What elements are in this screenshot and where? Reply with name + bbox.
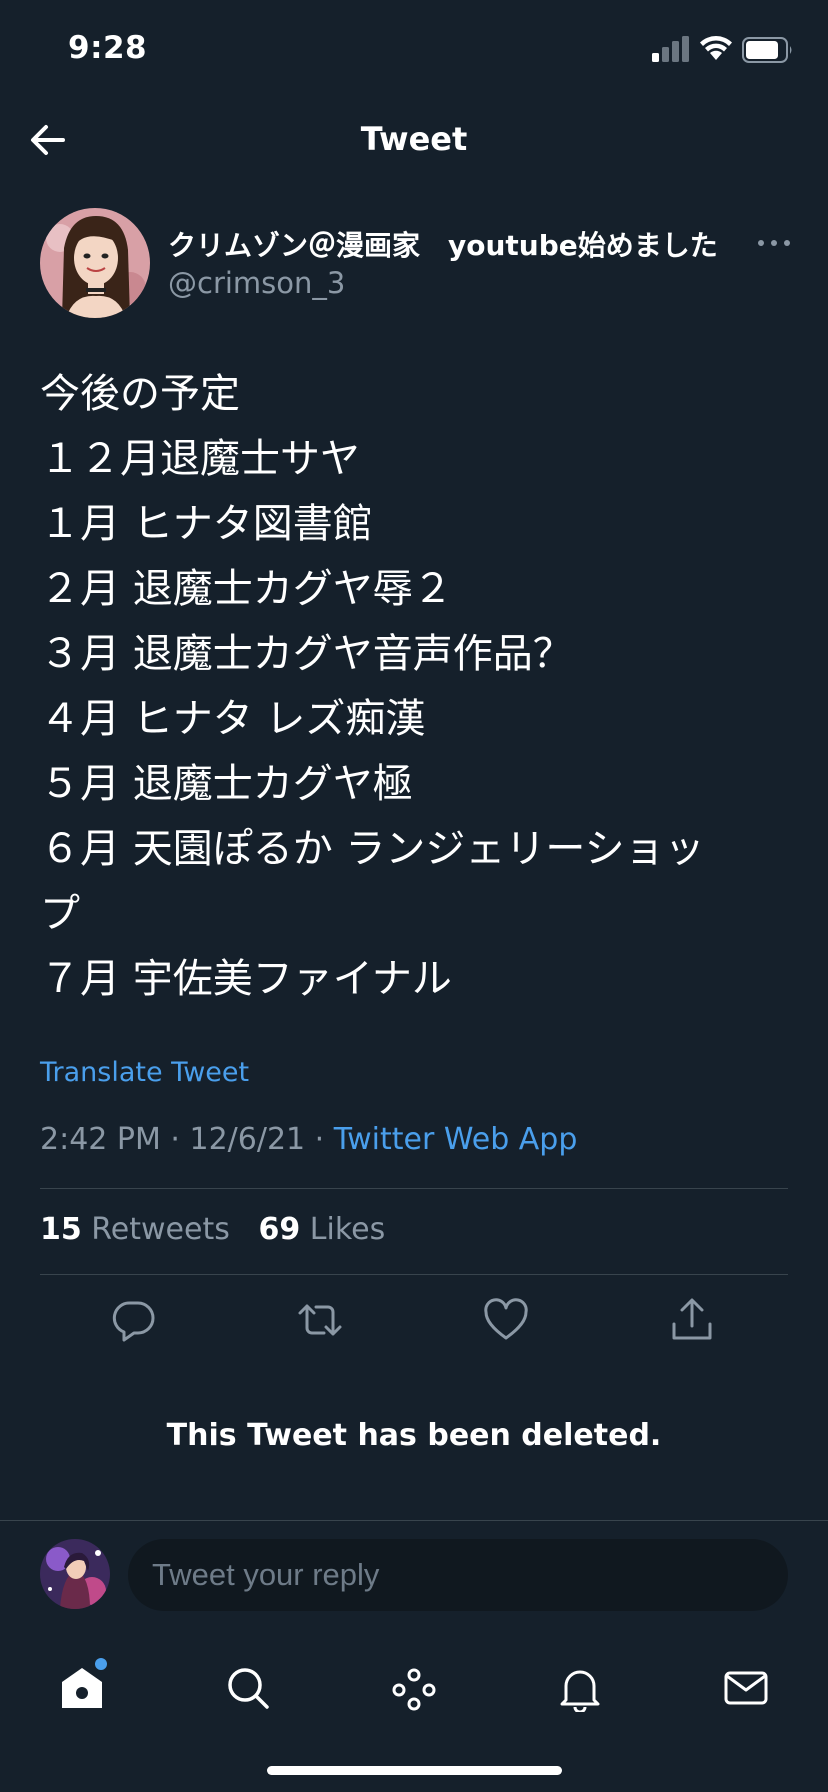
reply-input[interactable] xyxy=(128,1539,788,1611)
heart-icon[interactable] xyxy=(482,1296,530,1344)
author-display-name[interactable]: クリムゾン＠漫画家 youtube始めました xyxy=(168,224,728,264)
tweet-timestamp: 2:42 PM · 12/6/21 · Twitter Web App xyxy=(40,1122,577,1157)
tweet-line: プ xyxy=(40,891,80,937)
tweet-line: ５月 退魔士カグヤ極 xyxy=(40,761,413,807)
like-label: Likes xyxy=(309,1212,386,1247)
retweet-count: 15 xyxy=(40,1212,82,1247)
tweet-line: １２月退魔士サヤ xyxy=(40,436,360,482)
tab-spaces[interactable] xyxy=(374,1648,454,1728)
nav-bar: Tweet xyxy=(0,100,828,180)
home-icon xyxy=(62,1668,102,1708)
deleted-tweet-notice: This Tweet has been deleted. xyxy=(166,1418,662,1453)
page-title: Tweet xyxy=(360,120,468,158)
tweet-line: ４月 ヒナタ レズ痴漢 xyxy=(40,696,426,742)
like-count: 69 xyxy=(258,1212,301,1247)
tweet-line: １月 ヒナタ図書館 xyxy=(40,501,373,547)
author-avatar[interactable] xyxy=(40,208,150,318)
divider xyxy=(40,1188,788,1189)
retweet-icon[interactable] xyxy=(296,1296,344,1344)
home-notification-dot xyxy=(95,1658,107,1670)
translate-tweet-link[interactable]: Translate Tweet xyxy=(40,1057,249,1088)
share-icon[interactable] xyxy=(668,1296,716,1344)
user-avatar[interactable] xyxy=(40,1539,110,1609)
likes-stat[interactable]: 69 Likes xyxy=(258,1212,385,1247)
reply-icon[interactable] xyxy=(110,1296,158,1344)
reply-bar xyxy=(0,1520,828,1640)
status-bar: 9:28 xyxy=(0,0,828,100)
tweet-line: ２月 退魔士カグヤ辱２ xyxy=(40,566,453,612)
spaces-icon xyxy=(392,1668,436,1711)
tweet-line: ６月 天園ぽるか ランジェリーショッ xyxy=(40,826,705,872)
engagement-stats: 15 Retweets 69 Likes xyxy=(40,1212,385,1247)
retweet-label: Retweets xyxy=(91,1212,230,1247)
status-time: 9:28 xyxy=(68,30,148,66)
tab-messages[interactable] xyxy=(706,1648,786,1728)
search-icon xyxy=(228,1668,269,1709)
tweet-line: ７月 宇佐美ファイナル xyxy=(40,956,452,1002)
divider xyxy=(40,1274,788,1275)
author-handle[interactable]: @crimson_3 xyxy=(168,266,345,300)
battery-icon xyxy=(742,37,792,63)
tab-notifications[interactable] xyxy=(540,1648,620,1728)
tweet-header: クリムゾン＠漫画家 youtube始めました @crimson_3 xyxy=(0,206,828,322)
source-link[interactable]: Twitter Web App xyxy=(334,1122,578,1157)
wifi-icon xyxy=(700,36,732,60)
bell-icon xyxy=(560,1670,600,1712)
timestamp-text: 2:42 PM · 12/6/21 · xyxy=(40,1122,334,1157)
home-indicator xyxy=(267,1766,562,1775)
tweet-line: ３月 退魔士カグヤ音声作品？ xyxy=(40,631,573,677)
more-options-icon[interactable] xyxy=(752,228,796,258)
retweets-stat[interactable]: 15 Retweets xyxy=(40,1212,230,1247)
cellular-signal-icon xyxy=(652,36,689,62)
bottom-tab-bar xyxy=(0,1640,828,1740)
tweet-text: 今後の予定 １２月退魔士サヤ １月 ヒナタ図書館 ２月 退魔士カグヤ辱２ ３月 … xyxy=(40,362,800,1012)
tab-home[interactable] xyxy=(42,1648,122,1728)
mail-icon xyxy=(724,1671,768,1705)
tab-search[interactable] xyxy=(208,1648,288,1728)
tweet-line: 今後の予定 xyxy=(40,371,240,417)
